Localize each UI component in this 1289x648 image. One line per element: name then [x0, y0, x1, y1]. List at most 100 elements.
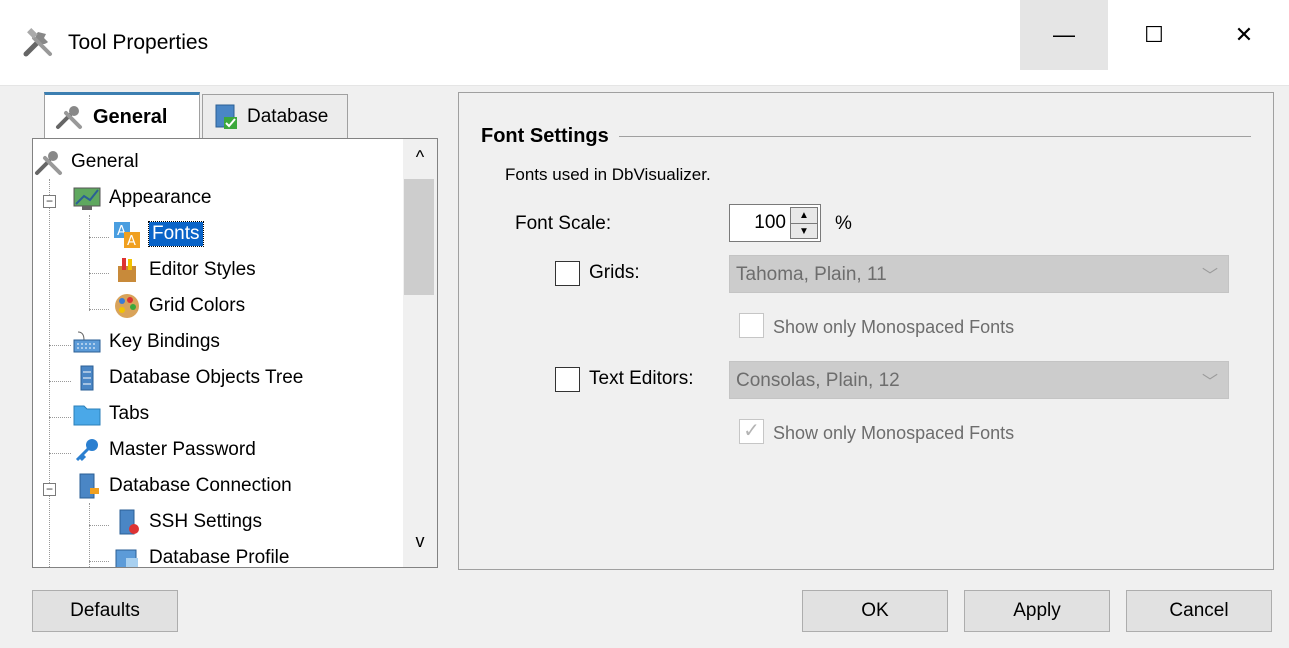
panel-description: Fonts used in DbVisualizer. — [505, 165, 711, 184]
tree-connector — [89, 309, 109, 310]
defaults-button[interactable]: Defaults — [32, 590, 178, 632]
close-icon: ✕ — [1234, 22, 1254, 47]
tree-item-tabs[interactable]: Tabs — [71, 397, 149, 431]
font-settings-panel: Font Settings Fonts used in DbVisualizer… — [458, 92, 1274, 570]
font-scale-spinner[interactable]: 100 ▲ ▼ — [729, 204, 821, 242]
tree-item-grid-colors[interactable]: Grid Colors — [111, 289, 245, 323]
section-title: Font Settings — [481, 125, 619, 148]
folder-icon — [71, 399, 103, 429]
brush-icon — [111, 255, 143, 285]
chevron-down-icon: ﹀ — [1201, 374, 1218, 391]
spinner-arrows[interactable]: ▲ ▼ — [790, 207, 818, 239]
tree-item-database-profile[interactable]: Database Profile — [111, 541, 290, 568]
tree-connector — [49, 417, 71, 418]
tree-icon — [71, 363, 103, 393]
text-editors-font-value: Consolas, Plain, 12 — [736, 370, 900, 391]
title-bar: Tool Properties — ☐ ✕ — [0, 0, 1289, 86]
tree-scrollbar[interactable]: ^ v — [403, 139, 437, 567]
tree-item-key-bindings[interactable]: Key Bindings — [71, 325, 220, 359]
font-scale-value[interactable]: 100 — [754, 212, 786, 234]
tree-item-fonts[interactable]: AA Fonts — [111, 217, 204, 251]
collapse-database-connection-toggle[interactable]: − — [43, 483, 56, 496]
ok-button[interactable]: OK — [802, 590, 948, 632]
tree-item-label: Master Password — [109, 439, 256, 460]
grids-monospace-checkbox[interactable] — [739, 313, 764, 338]
tree-connector — [49, 345, 71, 346]
tree-connector — [49, 381, 71, 382]
tree-item-label: Database Objects Tree — [109, 367, 304, 388]
tree-item-label: Fonts — [148, 221, 204, 247]
tree-item-editor-styles[interactable]: Editor Styles — [111, 253, 256, 287]
close-button[interactable]: ✕ — [1200, 0, 1288, 70]
settings-tree[interactable]: − − General Appearance AA Fonts Editor S… — [32, 138, 438, 568]
tree-connector — [89, 503, 90, 567]
palette-icon — [111, 291, 143, 321]
spinner-down-icon[interactable]: ▼ — [791, 223, 817, 238]
tree-item-label: Database Profile — [149, 547, 290, 568]
grids-font-select[interactable]: Tahoma, Plain, 11 ﹀ — [729, 255, 1229, 293]
tab-database[interactable]: Database — [202, 94, 348, 138]
tree-item-database-objects-tree[interactable]: Database Objects Tree — [71, 361, 303, 395]
tree-connector — [89, 215, 90, 311]
server-icon — [71, 471, 103, 501]
monitor-icon — [71, 183, 103, 213]
tree-item-label: Appearance — [109, 187, 212, 208]
tree-connector — [89, 561, 109, 562]
tab-general[interactable]: General — [44, 92, 200, 139]
window-title: Tool Properties — [68, 31, 209, 54]
tree-item-general[interactable]: General — [33, 145, 139, 179]
tree-item-label: General — [71, 151, 139, 172]
grids-label: Grids: — [589, 262, 640, 283]
ssh-icon — [111, 507, 143, 537]
text-editors-checkbox[interactable] — [555, 367, 580, 392]
tree-connector — [89, 237, 109, 238]
maximize-button[interactable]: ☐ — [1110, 0, 1198, 70]
tree-item-label: Tabs — [109, 403, 150, 424]
profile-icon — [111, 543, 143, 567]
scroll-thumb[interactable] — [404, 179, 434, 295]
spinner-up-icon[interactable]: ▲ — [791, 208, 817, 223]
tree-item-ssh-settings[interactable]: SSH Settings — [111, 505, 262, 539]
apply-button[interactable]: Apply — [964, 590, 1110, 632]
maximize-icon: ☐ — [1144, 22, 1164, 47]
tree-item-label: Key Bindings — [109, 331, 220, 352]
tree-item-label: Database Connection — [109, 475, 292, 496]
minimize-button[interactable]: — — [1020, 0, 1108, 70]
database-icon — [215, 104, 237, 129]
tree-connector — [89, 525, 109, 526]
tree-connector — [89, 273, 109, 274]
grids-font-value: Tahoma, Plain, 11 — [736, 264, 887, 285]
tree-item-database-connection[interactable]: Database Connection — [71, 469, 292, 503]
font-scale-unit: % — [835, 213, 852, 234]
font-scale-label: Font Scale: — [515, 213, 612, 234]
tree-connector — [49, 179, 50, 567]
text-editors-font-select[interactable]: Consolas, Plain, 12 ﹀ — [729, 361, 1229, 399]
checkmark-icon: ✓ — [743, 420, 760, 442]
svg-text:A: A — [127, 234, 136, 248]
grids-checkbox[interactable] — [555, 261, 580, 286]
tools-icon — [33, 147, 65, 177]
tools-icon — [23, 28, 52, 57]
text-editors-label: Text Editors: — [589, 368, 694, 389]
collapse-appearance-toggle[interactable]: − — [43, 195, 56, 208]
tab-label: General — [93, 105, 168, 128]
text-editors-monospace-checkbox[interactable]: ✓ — [739, 419, 764, 444]
scroll-down-arrow-icon[interactable]: v — [403, 531, 437, 557]
tools-icon — [56, 106, 82, 129]
tree-item-label: SSH Settings — [149, 511, 262, 532]
key-icon — [71, 435, 103, 465]
tree-item-master-password[interactable]: Master Password — [71, 433, 256, 467]
chevron-down-icon: ﹀ — [1201, 268, 1218, 285]
tree-item-label: Editor Styles — [149, 259, 256, 280]
grids-monospace-label: Show only Monospaced Fonts — [773, 317, 1015, 337]
tree-connector — [49, 453, 71, 454]
tree-item-appearance[interactable]: Appearance — [71, 181, 211, 215]
font-icon: AA — [111, 219, 143, 249]
cancel-button[interactable]: Cancel — [1126, 590, 1272, 632]
text-editors-monospace-label: Show only Monospaced Fonts — [773, 423, 1015, 443]
minimize-icon: — — [1053, 22, 1075, 47]
tree-item-label: Grid Colors — [149, 295, 246, 316]
keyboard-icon — [71, 327, 103, 357]
tab-label: Database — [247, 105, 329, 127]
scroll-up-arrow-icon[interactable]: ^ — [403, 147, 437, 173]
